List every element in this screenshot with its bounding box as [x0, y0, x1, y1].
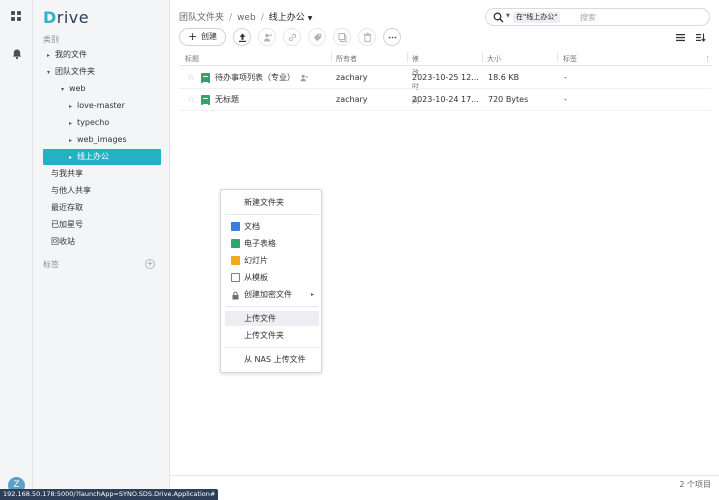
search-scope-dropdown-icon[interactable]: ▼	[506, 13, 510, 19]
file-tags: -	[564, 73, 567, 82]
more-icon	[388, 36, 397, 39]
trash-icon	[363, 32, 372, 42]
sidebar-item-my-files[interactable]: ▸ 我的文件	[43, 47, 161, 63]
sidebar: Drive 类别 ▸ 我的文件 ▾ 团队文件夹 ▾ web ▸ love-master …	[33, 0, 170, 500]
file-modified: 2023-10-24 17...	[412, 95, 479, 104]
shared-users-icon	[300, 67, 309, 89]
menu-new-slides[interactable]: 幻灯片	[225, 253, 319, 268]
link-icon	[288, 33, 297, 42]
add-user-icon	[263, 33, 272, 42]
file-name[interactable]: 待办事项列表（专业）	[215, 67, 295, 89]
create-context-menu: 新建文件夹 文档 电子表格 幻灯片 从模板 创建加密文件 ▸ 上传文件 上传文件夹…	[220, 189, 322, 373]
star-icon[interactable]: ☆	[187, 67, 195, 89]
create-button[interactable]: + 创建	[179, 28, 226, 46]
breadcrumb-team-folder[interactable]: 团队文件夹	[179, 13, 224, 23]
search-scope[interactable]: 在"线上办公"	[513, 12, 561, 23]
col-title[interactable]: 标题	[185, 52, 199, 66]
slides-icon	[231, 256, 240, 265]
status-bar-url: 192.168.50.178:5000/?launchApp=SYNO.SDS.…	[0, 489, 219, 500]
search-icon	[493, 12, 504, 23]
more-button[interactable]	[383, 28, 401, 46]
menu-from-template[interactable]: 从模板	[225, 270, 319, 285]
upload-button[interactable]	[233, 28, 251, 46]
table-header: 标题 所有者 修改时间 ▾ 大小 标签 ⋮	[179, 52, 711, 105]
tags-header: 标签	[43, 260, 59, 269]
file-modified: 2023-10-25 12...	[412, 73, 479, 82]
search-input[interactable]: 搜索	[580, 12, 596, 23]
tag-button[interactable]	[308, 28, 326, 46]
sort-desc-icon: ▾	[415, 56, 418, 62]
search-box[interactable]: ▼ 在"线上办公" 搜索	[485, 8, 710, 26]
menu-new-spreadsheet[interactable]: 电子表格	[225, 236, 319, 251]
file-size: 18.6 KB	[488, 73, 520, 82]
sidebar-item-team-folder[interactable]: ▾ 团队文件夹	[43, 64, 161, 80]
file-owner: zachary	[336, 95, 368, 104]
menu-new-folder[interactable]: 新建文件夹	[225, 195, 319, 210]
sidebar-item-typecho[interactable]: ▸ typecho	[43, 115, 161, 131]
template-icon	[231, 273, 240, 282]
delete-button[interactable]	[358, 28, 376, 46]
list-view-icon[interactable]	[675, 32, 686, 43]
upload-icon	[239, 33, 246, 42]
footer-divider	[170, 475, 719, 476]
sheet-icon	[231, 239, 240, 248]
menu-create-encrypted[interactable]: 创建加密文件 ▸	[225, 287, 319, 302]
link-button[interactable]	[283, 28, 301, 46]
sidebar-item-web-images[interactable]: ▸ web_images	[43, 132, 161, 148]
sidebar-item-online-office[interactable]: ▸ 线上办公	[43, 149, 161, 165]
category-header: 类别	[43, 35, 59, 44]
sidebar-item-recent[interactable]: 最近存取	[43, 200, 161, 216]
copy-icon	[338, 33, 347, 42]
file-tags: -	[564, 95, 567, 104]
menu-new-document[interactable]: 文档	[225, 219, 319, 234]
add-tag-button[interactable]: +	[145, 259, 155, 269]
share-button[interactable]	[258, 28, 276, 46]
table-row[interactable]: ☆ 待办事项列表（专业） zachary 2023-10-25 12... 18…	[179, 67, 711, 89]
star-icon[interactable]: ☆	[187, 89, 195, 111]
drive-logo: Drive	[43, 8, 90, 27]
copy-button[interactable]	[333, 28, 351, 46]
table-row[interactable]: ☆ 无标题 zachary 2023-10-24 17... 720 Bytes…	[179, 89, 711, 111]
sidebar-item-shared-with-me[interactable]: 与我共享	[43, 166, 161, 182]
sidebar-item-starred[interactable]: 已加星号	[43, 217, 161, 233]
spreadsheet-icon	[201, 73, 210, 83]
breadcrumb-current[interactable]: 线上办公 ▼	[269, 13, 313, 23]
submenu-arrow-icon: ▸	[310, 291, 314, 298]
tag-icon	[313, 33, 322, 42]
sidebar-item-web[interactable]: ▾ web	[43, 81, 161, 97]
doc-icon	[231, 222, 240, 231]
menu-upload-from-nas[interactable]: 从 NAS 上传文件	[225, 352, 319, 367]
sidebar-item-love-master[interactable]: ▸ love-master	[43, 98, 161, 114]
file-size: 720 Bytes	[488, 95, 529, 104]
breadcrumb: 团队文件夹 / web / 线上办公 ▼	[179, 13, 313, 23]
lock-icon	[231, 290, 240, 300]
sidebar-item-recycle-bin[interactable]: 回收站	[43, 234, 161, 250]
spreadsheet-icon	[201, 95, 210, 105]
menu-upload-file[interactable]: 上传文件	[225, 311, 319, 326]
sidebar-item-shared-with-others[interactable]: 与他人共享	[43, 183, 161, 199]
menu-upload-folder[interactable]: 上传文件夹	[225, 328, 319, 343]
breadcrumb-web[interactable]: web	[237, 13, 256, 23]
apps-grid-icon[interactable]	[11, 11, 22, 22]
col-size[interactable]: 大小	[487, 52, 501, 66]
sort-icon[interactable]	[695, 32, 706, 43]
chevron-down-icon: ▼	[307, 15, 313, 22]
column-options-icon[interactable]: ⋮	[704, 52, 711, 66]
file-name[interactable]: 无标题	[215, 89, 239, 111]
app-rail: Z	[0, 0, 33, 500]
col-tags[interactable]: 标签	[563, 52, 577, 66]
notification-bell-icon[interactable]	[11, 48, 23, 60]
item-count: 2 个项目	[679, 480, 711, 489]
file-owner: zachary	[336, 73, 368, 82]
col-owner[interactable]: 所有者	[336, 52, 357, 66]
